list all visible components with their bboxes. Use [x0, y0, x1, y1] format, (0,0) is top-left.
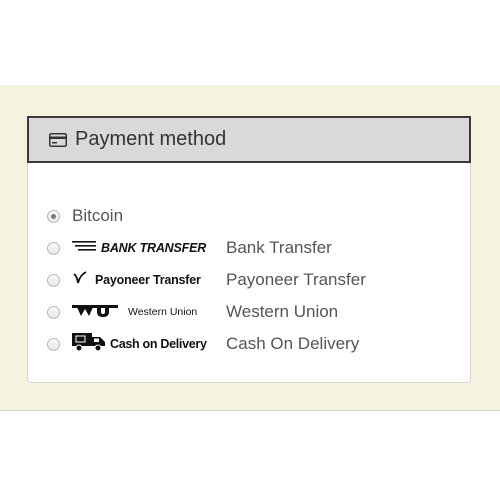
- radio-cash-on-delivery[interactable]: [47, 337, 60, 351]
- payment-option-western-union[interactable]: Western Union Western Union: [47, 296, 467, 328]
- radio-payoneer-transfer[interactable]: [47, 273, 60, 287]
- option-label[interactable]: Western Union: [226, 302, 338, 322]
- cash-on-delivery-logo-text: Cash on Delivery: [110, 337, 207, 351]
- payment-method-panel: Payment method Bitcoin BANK TRANSFER Ban…: [27, 116, 471, 383]
- radio-bitcoin[interactable]: [47, 209, 60, 223]
- option-label[interactable]: Bank Transfer: [226, 238, 332, 258]
- payoneer-logo: Payoneer Transfer: [72, 269, 220, 291]
- panel-heading: Payment method: [27, 116, 471, 163]
- credit-card-icon: [49, 132, 67, 147]
- delivery-truck-icon: [72, 332, 106, 357]
- payment-option-bitcoin[interactable]: Bitcoin: [47, 200, 467, 232]
- bank-transfer-logo: BANK TRANSFER: [72, 237, 220, 259]
- cash-on-delivery-logo: Cash on Delivery: [72, 332, 220, 357]
- payoneer-logo-text: Payoneer Transfer: [95, 273, 201, 287]
- radio-western-union[interactable]: [47, 305, 60, 319]
- western-union-logo: Western Union: [72, 301, 220, 323]
- payment-options-list: Bitcoin BANK TRANSFER Bank Transfer Payo…: [47, 200, 467, 360]
- western-union-logo-text: Western Union: [128, 306, 198, 318]
- payment-option-payoneer-transfer[interactable]: Payoneer Transfer Payoneer Transfer: [47, 264, 467, 296]
- bank-transfer-logo-text: BANK TRANSFER: [101, 241, 207, 255]
- option-label[interactable]: Bitcoin: [72, 206, 123, 226]
- payment-option-bank-transfer[interactable]: BANK TRANSFER Bank Transfer: [47, 232, 467, 264]
- payoneer-swoosh-icon: [72, 270, 88, 291]
- payment-option-cash-on-delivery[interactable]: Cash on Delivery Cash On Delivery: [47, 328, 467, 360]
- option-label[interactable]: Payoneer Transfer: [226, 270, 366, 290]
- panel-title: Payment method: [75, 128, 227, 150]
- western-union-wu-icon: [72, 303, 118, 322]
- bank-transfer-lines-icon: [72, 239, 98, 257]
- page: Payment method Bitcoin BANK TRANSFER Ban…: [0, 0, 500, 500]
- radio-bank-transfer[interactable]: [47, 241, 60, 255]
- option-label[interactable]: Cash On Delivery: [226, 334, 359, 354]
